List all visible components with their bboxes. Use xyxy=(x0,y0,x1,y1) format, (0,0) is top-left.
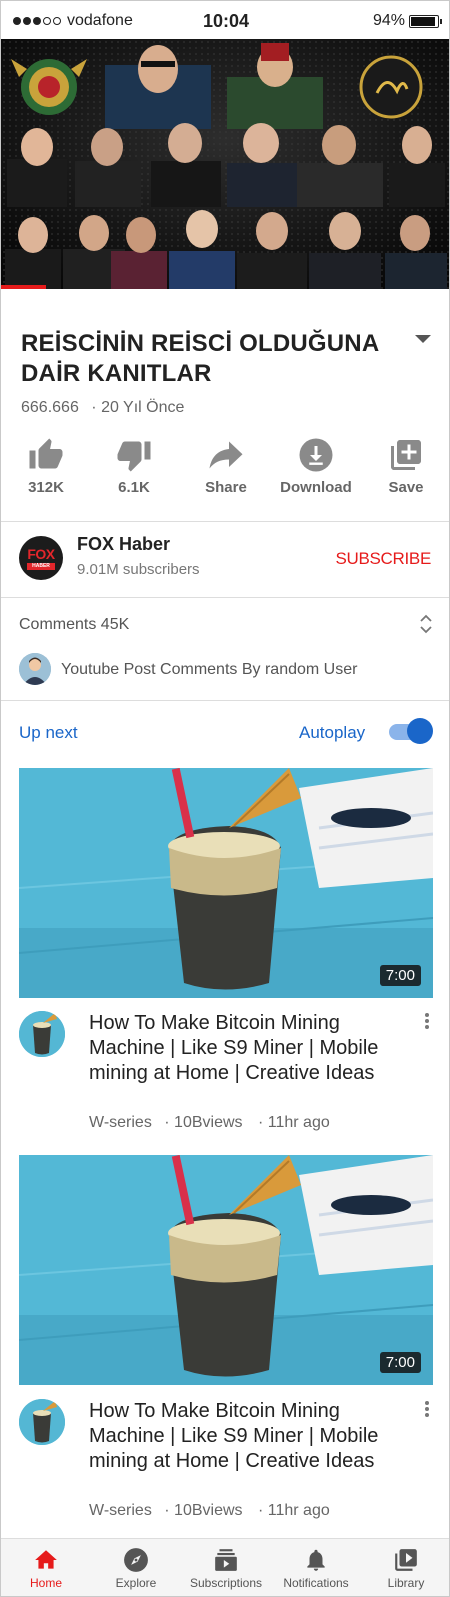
dislike-count: 6.1K xyxy=(118,479,150,496)
add-to-playlist-icon xyxy=(391,440,421,470)
card-video-meta: W-series · 10Bviews · 11hr ago xyxy=(89,1502,333,1520)
like-count: 312K xyxy=(28,479,64,496)
expand-comments-icon[interactable] xyxy=(419,613,433,635)
nav-library[interactable]: Library xyxy=(361,1539,449,1596)
card-video-meta: W-series · 10Bviews · 11hr ago xyxy=(89,1114,333,1132)
autoplay-label: Autoplay xyxy=(299,723,366,742)
bell-icon xyxy=(307,1549,325,1571)
phone-frame: vodafone 10:04 94% REİSCİNİN REİSCİ OLDU… xyxy=(0,0,450,1597)
home-icon xyxy=(35,1550,57,1569)
like-button[interactable]: 312K xyxy=(1,429,91,509)
more-options-icon[interactable] xyxy=(423,1011,431,1035)
share-button[interactable]: Share xyxy=(181,429,271,509)
commenter-avatar xyxy=(19,653,51,685)
nav-home-label: Home xyxy=(29,1576,62,1590)
comments-header[interactable]: Comments 45K xyxy=(19,616,129,634)
card-view-count: · 10Bviews xyxy=(164,1502,243,1519)
video-title-block: REİSCİNİN REİSCİ OLDUĞUNA DAİR KANITLAR xyxy=(21,329,401,389)
nav-explore-label: Explore xyxy=(115,1576,157,1590)
video-actions: 312K 6.1K Share Download Save xyxy=(1,429,449,509)
channel-avatar[interactable]: FOX HABER xyxy=(19,536,63,580)
autoplay-toggle[interactable] xyxy=(389,718,433,744)
video-card-thumbnail[interactable]: 7:00 xyxy=(19,768,433,998)
nav-subscriptions[interactable]: Subscriptions xyxy=(181,1539,271,1596)
battery: 94% xyxy=(372,12,442,30)
explore-icon xyxy=(124,1548,148,1572)
card-channel-name: W-series xyxy=(89,1114,152,1131)
download-icon xyxy=(299,438,333,472)
nav-subscriptions-label: Subscriptions xyxy=(189,1576,263,1590)
expand-description-icon[interactable] xyxy=(415,335,431,343)
channel-logo-subtext: HABER xyxy=(27,563,55,570)
card-channel-name: W-series xyxy=(89,1502,152,1519)
save-label: Save xyxy=(388,479,424,496)
video-thumbnail xyxy=(19,768,433,998)
video-duration: 7:00 xyxy=(379,1352,421,1373)
download-button[interactable]: Download xyxy=(271,429,361,509)
card-view-count: · 10Bviews xyxy=(164,1114,243,1131)
card-video-title[interactable]: How To Make Bitcoin Mining Machine | Lik… xyxy=(89,1011,389,1086)
video-thumbnail xyxy=(19,1155,433,1385)
divider xyxy=(1,597,449,598)
nav-notifications-label: Notifications xyxy=(283,1576,349,1590)
share-icon xyxy=(209,441,243,469)
card-channel-avatar[interactable] xyxy=(19,1399,65,1445)
channel-name[interactable]: FOX Haber xyxy=(77,534,170,555)
divider xyxy=(1,521,449,522)
battery-percent: 94% xyxy=(372,12,405,29)
divider xyxy=(1,700,449,701)
download-label: Download xyxy=(280,479,352,496)
bottom-navigation: Home Explore Subscriptions Notifications… xyxy=(1,1538,449,1596)
card-video-title[interactable]: How To Make Bitcoin Mining Machine | Lik… xyxy=(89,1399,389,1474)
nav-library-label: Library xyxy=(387,1576,425,1590)
card-channel-avatar[interactable] xyxy=(19,1011,65,1057)
library-icon xyxy=(395,1549,417,1571)
thumbs-down-icon xyxy=(117,441,151,472)
up-next-label: Up next xyxy=(19,723,78,742)
card-upload-age: · 11hr ago xyxy=(257,1114,330,1131)
save-button[interactable]: Save xyxy=(361,429,449,509)
share-label: Share xyxy=(205,479,247,496)
video-title: REİSCİNİN REİSCİ OLDUĞUNA DAİR KANITLAR xyxy=(21,330,379,387)
channel-subscriber-count: 9.01M subscribers xyxy=(77,561,200,578)
view-count: 666.666 xyxy=(21,399,79,416)
video-progress-bar[interactable] xyxy=(1,285,46,289)
video-duration: 7:00 xyxy=(379,965,421,986)
video-player[interactable] xyxy=(1,39,449,289)
card-upload-age: · 11hr ago xyxy=(257,1502,330,1519)
more-options-icon[interactable] xyxy=(423,1399,431,1423)
battery-icon xyxy=(409,14,442,28)
nav-home[interactable]: Home xyxy=(1,1539,91,1596)
channel-logo-text: FOX xyxy=(27,546,55,562)
nav-notifications[interactable]: Notifications xyxy=(271,1539,361,1596)
comment-preview[interactable]: Youtube Post Comments By random User xyxy=(61,661,357,679)
video-thumbnail-collage xyxy=(1,39,449,289)
thumbs-up-icon xyxy=(29,438,63,469)
dislike-button[interactable]: 6.1K xyxy=(89,429,179,509)
subscribe-button[interactable]: SUBSCRIBE xyxy=(335,549,431,569)
video-meta: 666.666 · 20 Yıl Önce xyxy=(21,399,188,417)
status-bar: vodafone 10:04 94% xyxy=(1,1,449,39)
upload-age: · 20 Yıl Önce xyxy=(91,399,185,416)
subscriptions-icon xyxy=(215,1549,237,1571)
nav-explore[interactable]: Explore xyxy=(91,1539,181,1596)
video-card-thumbnail[interactable]: 7:00 xyxy=(19,1155,433,1385)
